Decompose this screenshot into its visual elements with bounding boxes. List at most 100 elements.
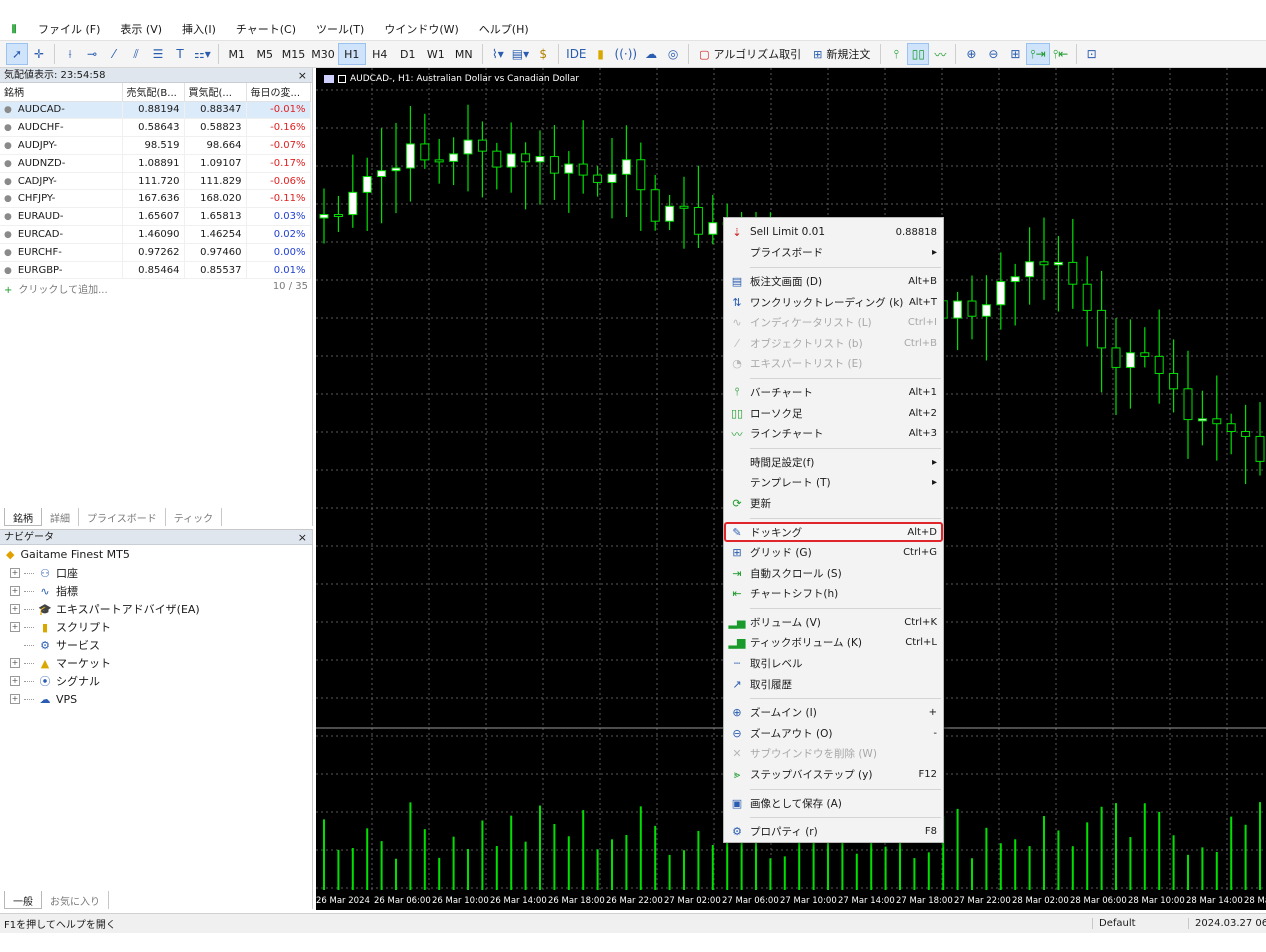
chart-type-dropdown-icon[interactable]: ⌇▾ (487, 43, 509, 65)
table-row[interactable]: ● CADJPY- 111.720 111.829 -0.06% (0, 172, 311, 191)
text-tool-icon[interactable]: T (169, 43, 191, 65)
template-dropdown-icon[interactable]: ▤▾ (509, 43, 532, 65)
context-menu-item[interactable]: ⇤ チャートシフト(h) (724, 584, 943, 605)
chart-shift-icon[interactable]: ⫯⇤ (1050, 43, 1072, 65)
navigator-root[interactable]: ◆ Gaitame Finest MT5 (0, 545, 312, 564)
tab-ticks[interactable]: ティック (166, 508, 223, 526)
menu-file[interactable]: ファイル (F) (28, 20, 110, 40)
fibonacci-icon[interactable]: ☰ (147, 43, 169, 65)
add-symbol-button[interactable]: + クリックして追加... (4, 281, 108, 296)
column-header-ask[interactable]: 買気配(... (184, 83, 247, 102)
column-header-daily-change[interactable]: 毎日の変... (246, 83, 311, 102)
menu-chart[interactable]: チャート(C) (226, 20, 306, 40)
bar-chart-icon[interactable]: ⫯ (885, 43, 907, 65)
timeframe-m15[interactable]: M15 (279, 43, 309, 65)
context-menu-item[interactable]: ┄ 取引レベル (724, 653, 943, 674)
table-row[interactable]: ● EURAUD- 1.65607 1.65813 0.03% (0, 207, 311, 227)
tab-details[interactable]: 詳細 (42, 508, 79, 526)
timeframe-m30[interactable]: M30 (308, 43, 338, 65)
menu-view[interactable]: 表示 (V) (110, 20, 172, 40)
column-header-bid[interactable]: 売気配(B... (122, 83, 185, 102)
vertical-line-icon[interactable]: ⟊ (59, 43, 81, 65)
cloud-vps-icon[interactable]: ☁ (640, 43, 662, 65)
status-profile[interactable]: Default (1092, 918, 1188, 929)
table-row[interactable]: ● AUDJPY- 98.519 98.664 -0.07% (0, 136, 311, 155)
screenshot-icon[interactable]: ⊡ (1081, 43, 1103, 65)
cursor-icon[interactable]: ➚ (6, 43, 28, 65)
expand-icon[interactable]: + (10, 586, 20, 596)
nav-item-market[interactable]: + ▲ マーケット (0, 654, 312, 672)
context-menu-item[interactable]: ⊞ グリッド (G) Ctrl+G (724, 542, 943, 563)
nav-item-services[interactable]: ⚙ サービス (0, 636, 312, 654)
channel-icon[interactable]: ⫽ (125, 43, 147, 65)
context-menu-item[interactable]: ↗ 取引履歴 (724, 674, 943, 695)
context-menu-item[interactable]: ▤ 板注文画面 (D) Alt+B (724, 271, 943, 292)
shapes-dropdown-icon[interactable]: ⚏▾ (191, 43, 214, 65)
context-menu-item[interactable]: プライスボード ▸ (724, 243, 943, 264)
community-icon[interactable]: ◎ (662, 43, 684, 65)
lock-icon[interactable]: ▮ (590, 43, 612, 65)
zoom-out-icon[interactable]: ⊖ (982, 43, 1004, 65)
table-row[interactable]: ● EURCHF- 0.97262 0.97460 0.00% (0, 243, 311, 262)
timeframe-d1[interactable]: D1 (394, 43, 422, 65)
candlestick-icon[interactable]: ▯▯ (907, 43, 930, 65)
nav-item-accounts[interactable]: + ⚇ 口座 (0, 564, 312, 582)
context-menu-item[interactable]: ⫯ バーチャート Alt+1 (724, 382, 943, 403)
grid-icon[interactable]: ⊞ (1004, 43, 1026, 65)
expand-icon[interactable]: + (10, 568, 20, 578)
nav-item-expert-advisors[interactable]: + 🎓 エキスパートアドバイザ(EA) (0, 600, 312, 618)
nav-item-scripts[interactable]: + ▮ スクリプト (0, 618, 312, 636)
ide-button[interactable]: IDE (563, 43, 589, 65)
algo-trading-button[interactable]: ▢ アルゴリズム取引 (693, 43, 807, 65)
signal-broadcast-icon[interactable]: ((·)) (612, 43, 641, 65)
crosshair-icon[interactable]: ✛ (28, 43, 50, 65)
context-menu-item[interactable]: ▣ 画像として保存 (A) (724, 793, 943, 814)
context-menu-item[interactable]: ⇥ 自動スクロール (S) (724, 563, 943, 584)
expand-icon[interactable]: + (10, 658, 20, 668)
add-symbol-row[interactable]: + クリックして追加... 10 / 35 (0, 279, 312, 298)
zoom-in-icon[interactable]: ⊕ (960, 43, 982, 65)
menu-tools[interactable]: ツール(T) (306, 20, 374, 40)
tab-favorites[interactable]: お気に入り (42, 891, 109, 909)
trend-line-icon[interactable]: ⁄ (103, 43, 125, 65)
nav-item-signals[interactable]: + ⦿ シグナル (0, 672, 312, 690)
timeframe-w1[interactable]: W1 (422, 43, 450, 65)
column-header-symbol[interactable]: 銘柄 (0, 83, 123, 102)
table-row[interactable]: ● AUDNZD- 1.08891 1.09107 -0.17% (0, 154, 311, 173)
timeframe-m5[interactable]: M5 (251, 43, 279, 65)
table-row[interactable]: ● EURCAD- 1.46090 1.46254 0.02% (0, 225, 311, 244)
context-menu-item[interactable]: ⚙ プロパティ (r) F8 (724, 821, 943, 842)
context-menu-item[interactable]: ✎ ドッキング Alt+D (724, 521, 943, 543)
context-menu-item[interactable]: 〰ラインチャート Alt+3 (724, 423, 943, 444)
context-menu-item[interactable]: ⪢ ステップバイステップ (y) F12 (724, 764, 943, 785)
close-icon[interactable]: × (298, 68, 307, 83)
menu-insert[interactable]: 挿入(I) (172, 20, 226, 40)
context-menu-item[interactable]: ⇅ ワンクリックトレーディング (k) Alt+T (724, 292, 943, 313)
context-menu-item[interactable]: テンプレート (T) ▸ (724, 473, 943, 494)
context-menu-item[interactable]: ⇣ Sell Limit 0.01 0.88818 (724, 222, 943, 243)
new-order-button[interactable]: ⊞ 新規注文 (807, 43, 876, 65)
timeframe-m1[interactable]: M1 (223, 43, 251, 65)
expand-icon[interactable]: + (10, 694, 20, 704)
context-menu-item[interactable]: ▯▯ ローソク足 Alt+2 (724, 403, 943, 424)
expand-icon[interactable]: + (10, 622, 20, 632)
nav-item-vps[interactable]: + ☁ VPS (0, 690, 312, 708)
one-click-panel-icon[interactable] (338, 75, 346, 83)
menu-help[interactable]: ヘルプ(H) (469, 20, 539, 40)
expand-icon[interactable]: + (10, 676, 20, 686)
timeframe-mn[interactable]: MN (450, 43, 478, 65)
context-menu-item[interactable]: ⊕ ズームイン (I) + (724, 702, 943, 723)
auto-scroll-icon[interactable]: ⫯⇥ (1026, 43, 1050, 65)
one-click-trade-icon[interactable]: $ (532, 43, 554, 65)
context-menu-item[interactable]: ▂▅ ボリューム (V) Ctrl+K (724, 612, 943, 633)
expand-icon[interactable]: + (10, 604, 20, 614)
nav-item-indicators[interactable]: + ∿ 指標 (0, 582, 312, 600)
line-chart-icon[interactable]: 〰 (929, 43, 951, 65)
context-menu-item[interactable]: 時間足設定(f) ▸ (724, 452, 943, 473)
context-menu-item[interactable]: ⊖ ズームアウト (O) - (724, 723, 943, 744)
context-menu-item[interactable]: ▂▆ ティックボリューム (K) Ctrl+L (724, 633, 943, 654)
table-row[interactable]: ● AUDCHF- 0.58643 0.58823 -0.16% (0, 118, 311, 138)
menu-window[interactable]: ウインドウ(W) (374, 20, 468, 40)
context-menu-item[interactable]: ⟳ 更新 (724, 493, 943, 514)
tab-general[interactable]: 一般 (4, 891, 42, 909)
